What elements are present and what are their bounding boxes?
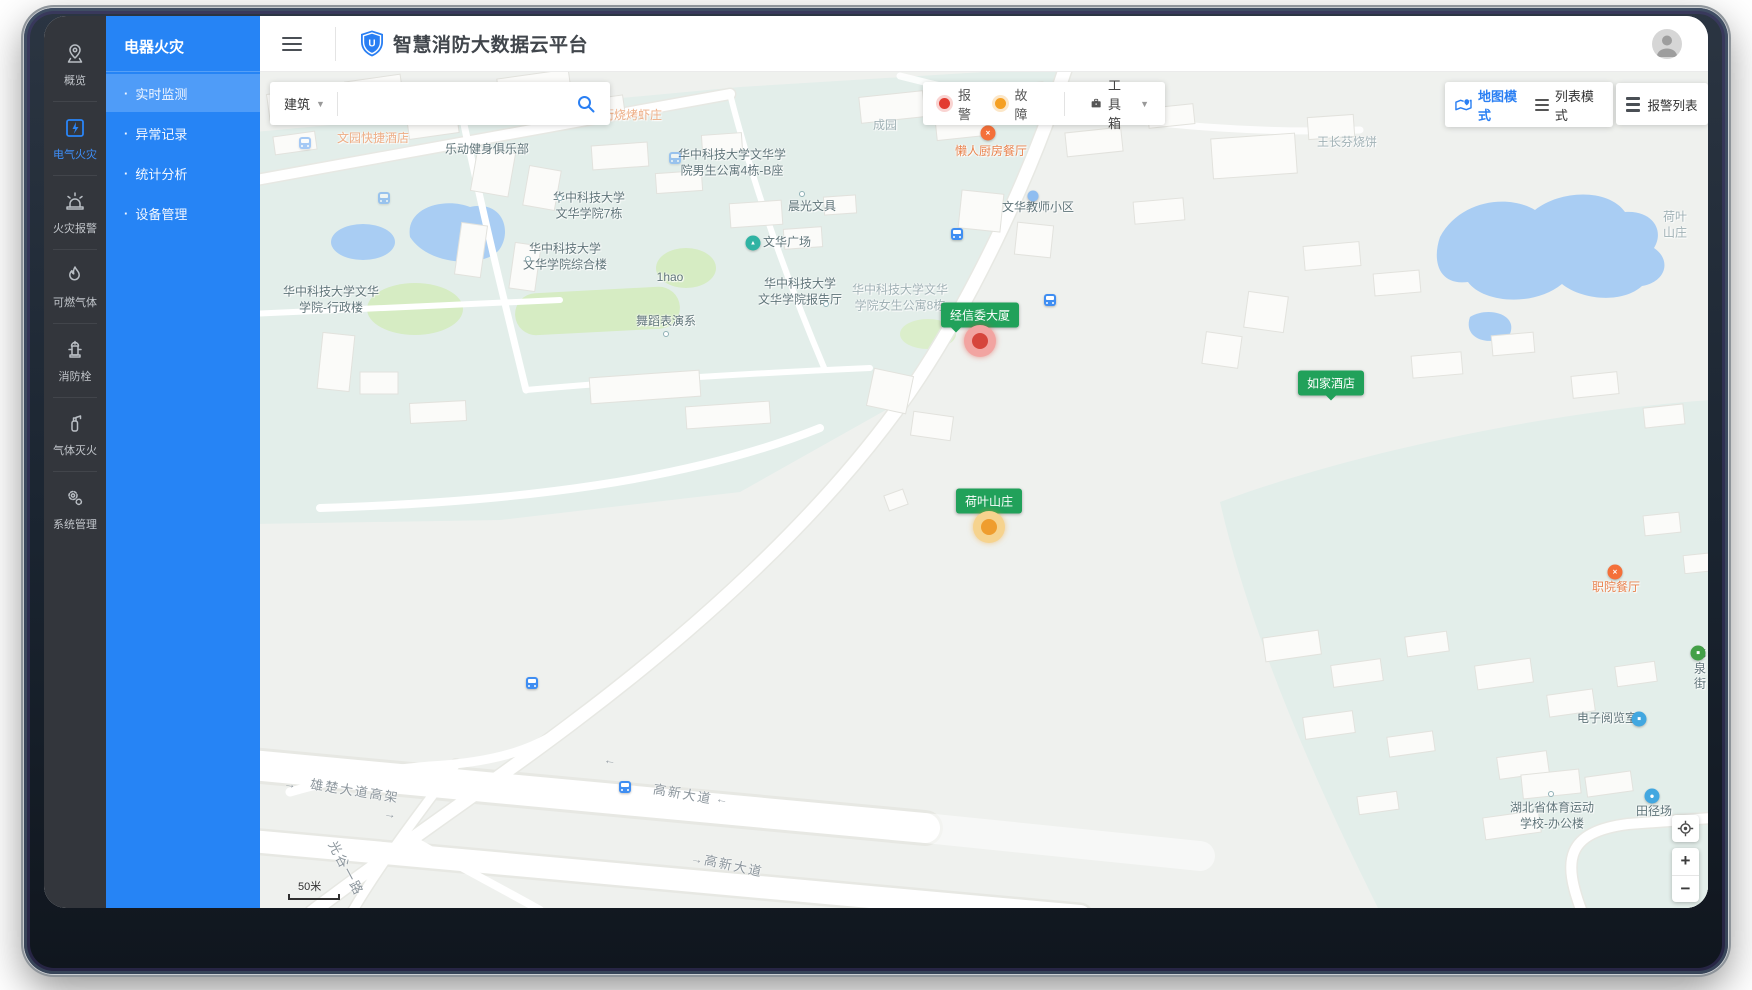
chevron-down-icon: ▼: [1140, 98, 1149, 109]
zoom-in-button[interactable]: +: [1672, 848, 1699, 876]
map-canvas[interactable]: 文园快捷酒店 乐动健身俱乐部 街烧烤虾庄 成园 懒人厨房餐厅 王长芬烧饼 华中科技大学文华学…: [260, 72, 1708, 908]
alarm-halo-icon[interactable]: [964, 325, 996, 357]
shield-logo-icon: U: [361, 30, 383, 57]
zoom-controls: + −: [1672, 848, 1699, 902]
sidebar-label: 可燃气体: [53, 297, 97, 309]
submenu-item-statistics[interactable]: 统计分析: [106, 154, 260, 192]
search-input[interactable]: [349, 95, 568, 112]
main-area: U 智慧消防大数据云平台 文园快捷酒店 乐动健身俱乐部 街烧烤虾庄 成园 懒人厨…: [260, 16, 1708, 908]
sidebar-item-electrical-fire[interactable]: 电气火灾: [44, 102, 106, 176]
map-mode-button[interactable]: 地图模式: [1451, 86, 1531, 124]
divider: [1063, 91, 1065, 116]
legend-fault-toggle[interactable]: 故障: [1014, 85, 1033, 123]
sidebar-item-gas-extinguishing[interactable]: 气体灭火: [44, 398, 106, 472]
view-mode-card: 地图模式 列表模式: [1445, 82, 1613, 127]
alarm-siren-icon: [66, 192, 84, 210]
svg-text:U: U: [368, 39, 375, 50]
divider: [336, 91, 338, 116]
sidebar-item-fire-hydrant[interactable]: 消防栓: [44, 324, 106, 398]
sidebar-item-fire-alarm[interactable]: 火灾报警: [44, 176, 106, 250]
device-marker-label[interactable]: 经信委大厦: [940, 302, 1020, 333]
sidebar-label: 消防栓: [58, 371, 92, 383]
sidebar-item-combustible-gas[interactable]: 可燃气体: [44, 250, 106, 324]
submenu-item-realtime-monitor[interactable]: 实时监测: [106, 74, 260, 112]
sidebar-label: 概览: [64, 75, 86, 87]
map-search-card: 建筑 ▼: [270, 82, 610, 125]
device-marker-label[interactable]: 如家酒店: [1297, 370, 1365, 401]
list-mode-label: 列表模式: [1554, 88, 1594, 123]
alarm-list-button[interactable]: 报警列表: [1616, 83, 1708, 125]
sidebar-label: 火灾报警: [53, 223, 97, 235]
extinguisher-icon: [71, 415, 82, 432]
hamburger-menu-icon[interactable]: [282, 36, 302, 51]
sidebar-label: 电气火灾: [53, 149, 97, 161]
fault-dot-icon: [995, 98, 1007, 109]
locate-button[interactable]: [1672, 815, 1699, 842]
hydrant-icon: [68, 340, 82, 358]
sidebar-item-system-management[interactable]: 系统管理: [44, 472, 106, 546]
submenu-title: 电器火灾: [106, 16, 260, 72]
location-pin-icon: [67, 44, 83, 63]
submenu-panel: 电器火灾 实时监测 异常记录 统计分析 设备管理: [106, 16, 260, 908]
person-icon: [1656, 35, 1678, 57]
window-frame: 概览 电气火灾 火灾报警 可燃气体 消防栓 气体灭火 系统管理 电器火灾 · 实…: [24, 8, 1728, 974]
alarm-dot-icon: [939, 98, 950, 109]
alarm-list-label: 报警列表: [1647, 98, 1698, 113]
toolbox-icon: [1091, 98, 1101, 108]
toolbox-button[interactable]: 工具箱 ▼: [1091, 75, 1149, 132]
search-category-dropdown[interactable]: 建筑 ▼: [284, 94, 325, 113]
sidebar-label: 系统管理: [53, 519, 97, 531]
alarm-list-icon: [1626, 96, 1641, 112]
submenu-item-abnormal-records[interactable]: 异常记录: [106, 114, 260, 152]
main-sidebar: 概览 电气火灾 火灾报警 可燃气体 消防栓 气体灭火 系统管理: [44, 16, 106, 908]
topbar: U 智慧消防大数据云平台: [260, 16, 1708, 72]
search-icon[interactable]: [576, 94, 596, 114]
submenu-item-device-management[interactable]: 设备管理: [106, 194, 260, 232]
map-mode-label: 地图模式: [1477, 88, 1517, 123]
topbar-divider: [335, 26, 336, 61]
page-title: 智慧消防大数据云平台: [393, 35, 589, 56]
flame-icon: [69, 266, 80, 281]
legend-alarm-toggle[interactable]: 报警: [958, 85, 977, 123]
electric-fire-icon: [66, 119, 84, 137]
legend-toolbox-card: 报警 故障 工具箱 ▼: [923, 78, 1165, 131]
fault-halo-icon[interactable]: [973, 511, 1005, 543]
zoom-out-button[interactable]: −: [1672, 876, 1699, 903]
crosshair-icon: [1677, 820, 1694, 837]
sidebar-item-overview[interactable]: 概览: [44, 28, 106, 102]
user-avatar[interactable]: [1652, 29, 1682, 59]
chevron-down-icon: ▼: [316, 98, 325, 109]
list-mode-button[interactable]: 列表模式: [1531, 86, 1607, 124]
list-icon: [1534, 98, 1549, 111]
device-marker-label[interactable]: 荷叶山庄: [955, 488, 1023, 519]
toolbox-label: 工具箱: [1107, 78, 1121, 131]
gears-icon: [68, 490, 83, 506]
search-category-value: 建筑: [284, 97, 311, 112]
map-pin-icon: [1455, 98, 1472, 110]
app-window: 概览 电气火灾 火灾报警 可燃气体 消防栓 气体灭火 系统管理 电器火灾 · 实…: [44, 16, 1708, 908]
sidebar-label: 气体灭火: [53, 445, 97, 457]
